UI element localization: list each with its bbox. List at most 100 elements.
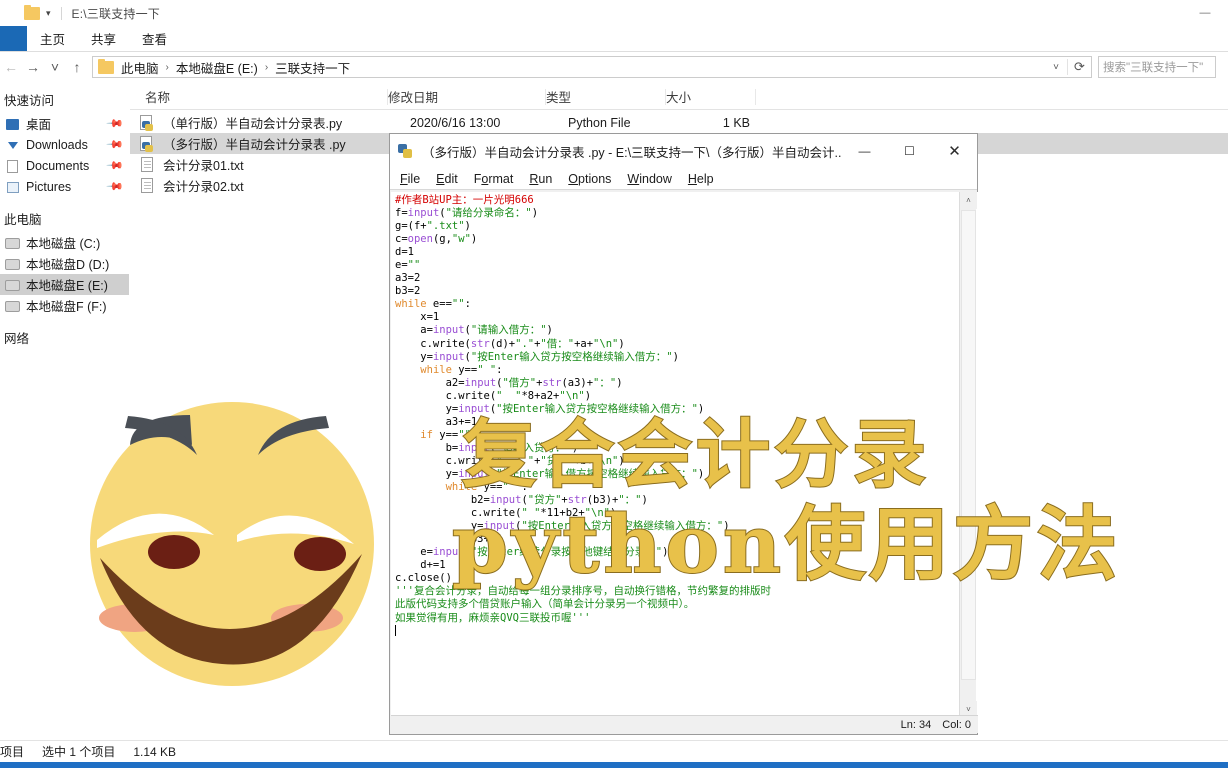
column-header-size[interactable]: 大小 (666, 84, 756, 110)
screen-root: ▾ E:\三联支持一下 — 主页 共享 查看 ← → ˅ ↑ 此电脑 › 本地磁… (0, 0, 1228, 768)
forward-button[interactable]: → (22, 52, 44, 82)
sidebar-item-desktop[interactable]: 桌面 📌 (0, 113, 129, 134)
code-line (395, 624, 958, 638)
column-header-type[interactable]: 类型 (546, 84, 666, 110)
code-line: b3+=1 (395, 533, 503, 546)
idle-maximize-button[interactable]: ☐ (887, 134, 932, 168)
idle-menubar: File Edit Format Run Options Window Help (390, 168, 977, 190)
menu-item-file[interactable]: File (392, 172, 428, 186)
pin-icon[interactable]: 📌 (106, 135, 125, 154)
folder-icon[interactable] (24, 4, 40, 20)
sidebar-item-label: 本地磁盘 (C:) (26, 237, 101, 251)
file-name: （多行版）半自动会计分录表 .py (163, 138, 346, 152)
ribbon-tab-home[interactable]: 主页 (27, 26, 78, 51)
sidebar-group-this-pc[interactable]: 此电脑 (0, 197, 129, 232)
sidebar-item-drive-f[interactable]: 本地磁盘F (F:) (0, 295, 129, 316)
back-button[interactable]: ← (0, 52, 22, 82)
idle-window-buttons: — ☐ ✕ (842, 134, 977, 168)
code-line: e="" (395, 259, 421, 272)
code-line: c.write(" "+"贷："+b+"\n") (395, 454, 625, 467)
code-line: b=input("请输入贷方：") (395, 441, 579, 454)
documents-icon (5, 158, 21, 174)
pin-icon[interactable]: 📌 (106, 177, 125, 196)
breadcrumb-drive-e[interactable]: 本地磁盘E (E:) (174, 58, 260, 77)
sidebar-item-documents[interactable]: Documents 📌 (0, 155, 129, 176)
menu-item-help[interactable]: Help (680, 172, 722, 186)
drive-icon (5, 256, 21, 272)
address-bar[interactable]: 此电脑 › 本地磁盘E (E:) › 三联支持一下 ˅ ⟳ (92, 56, 1092, 78)
sidebar-item-pictures[interactable]: Pictures 📌 (0, 176, 129, 197)
code-line: '''复合会计分录，自动给每一组分录排序号，自动换行错格，节约繁复的排版时 (395, 585, 771, 598)
menu-item-run[interactable]: Run (521, 172, 560, 186)
file-name: 会计分录02.txt (163, 180, 244, 194)
drive-icon (5, 277, 21, 293)
explorer-minimize-button[interactable]: — (1182, 0, 1228, 26)
code-line: c.close() (395, 572, 452, 585)
code-line: y=input("按Enter输入贷方按空格继续输入借方：") (395, 350, 679, 363)
sidebar-item-label: Downloads (26, 137, 88, 152)
address-history-chevron-down-icon[interactable]: ˅ (1045, 62, 1067, 73)
column-header-date[interactable]: 修改日期 (388, 84, 546, 110)
menu-item-window[interactable]: Window (619, 172, 679, 186)
idle-minimize-button[interactable]: — (842, 134, 887, 168)
quick-access-toolbar: ▾ E:\三联支持一下 (0, 0, 160, 26)
text-file-icon (138, 157, 156, 172)
search-input[interactable]: 搜索"三联支持一下" (1098, 56, 1216, 78)
code-line: while y==" ": (420, 363, 503, 376)
system-menu-icon[interactable] (3, 6, 18, 21)
sidebar-item-label: Pictures (26, 179, 72, 194)
explorer-ribbon-tabs: 主页 共享 查看 (0, 26, 1228, 51)
refresh-icon[interactable]: ⟳ (1067, 59, 1091, 75)
code-line: c.write(str(d)+"."+"借："+a+"\n") (395, 337, 625, 350)
pin-icon[interactable]: 📌 (106, 156, 125, 175)
drive-icon (5, 298, 21, 314)
code-editor-area[interactable]: #作者B站UP主：一片光明666 f=input("请给分录命名：") g=(f+"… (391, 192, 978, 718)
code-line: a2=input("借方"+str(a3)+"：") (395, 376, 623, 389)
code-line: d=1 (395, 246, 414, 259)
code-line: x=1 (395, 311, 440, 324)
sidebar-item-label: Documents (26, 158, 90, 173)
menu-item-options[interactable]: Options (560, 172, 619, 186)
sidebar-item-drive-e[interactable]: 本地磁盘E (E:) (0, 274, 129, 295)
ribbon-tab-view[interactable]: 查看 (129, 26, 180, 51)
sidebar-group-quick-access[interactable]: 快速访问 (0, 84, 129, 113)
code-line: while e=="": (395, 298, 471, 311)
chevron-up-icon[interactable]: ˄ (960, 192, 977, 209)
scrollbar-thumb[interactable] (961, 210, 976, 680)
file-date: 2020/6/16 13:00 (410, 115, 501, 130)
up-button[interactable]: ↑ (66, 52, 88, 82)
sidebar-group-network[interactable]: 网络 (0, 316, 129, 351)
explorer-status-bar: 项目 选中 1 个项目 1.14 KB (0, 740, 1228, 762)
column-header-name[interactable]: 名称 (130, 84, 388, 110)
desktop-icon (5, 116, 21, 132)
code-line: 如果觉得有用，麻烦亲QVQ三联投币喔''' (395, 611, 591, 624)
menu-item-format[interactable]: Format (466, 172, 522, 186)
breadcrumb-current-folder[interactable]: 三联支持一下 (273, 58, 352, 77)
editor-vertical-scrollbar[interactable]: ˄ ˅ (959, 192, 977, 718)
ribbon-tab-share[interactable]: 共享 (78, 26, 129, 51)
address-folder-icon (98, 58, 114, 74)
table-row[interactable]: （单行版）半自动会计分录表.py 2020/6/16 13:00 Python … (130, 112, 1228, 133)
sidebar-item-drive-c[interactable]: 本地磁盘 (C:) (0, 232, 129, 253)
code-line: c.write(" "*8+a2+"\n") (395, 389, 592, 402)
code-line: b3=2 (395, 285, 421, 298)
menu-item-edit[interactable]: Edit (428, 172, 466, 186)
toolbar-divider (60, 6, 62, 20)
file-menu-button[interactable] (0, 26, 27, 51)
sidebar-item-label: 本地磁盘E (E:) (26, 279, 108, 293)
chevron-down-icon[interactable]: ▾ (46, 8, 51, 18)
explorer-titlebar: ▾ E:\三联支持一下 — (0, 0, 1228, 26)
pin-icon[interactable]: 📌 (106, 114, 125, 133)
recent-locations-button[interactable]: ˅ (44, 52, 66, 82)
sidebar-item-downloads[interactable]: Downloads 📌 (0, 134, 129, 155)
file-size: 1 KB (722, 115, 750, 130)
python-idle-icon (397, 143, 414, 160)
breadcrumb-this-pc[interactable]: 此电脑 (119, 58, 161, 77)
source-code-text: #作者B站UP主：一片光明666 f=input("请给分录命名：") g=(f+"… (395, 194, 958, 638)
drive-icon (5, 235, 21, 251)
idle-close-button[interactable]: ✕ (932, 134, 977, 168)
taskbar-strip (0, 762, 1228, 768)
python-file-icon (138, 135, 156, 152)
sidebar-item-drive-d[interactable]: 本地磁盘D (D:) (0, 253, 129, 274)
idle-titlebar[interactable]: （多行版）半自动会计分录表 .py - E:\三联支持一下\（多行版）半自动会计… (390, 134, 977, 168)
